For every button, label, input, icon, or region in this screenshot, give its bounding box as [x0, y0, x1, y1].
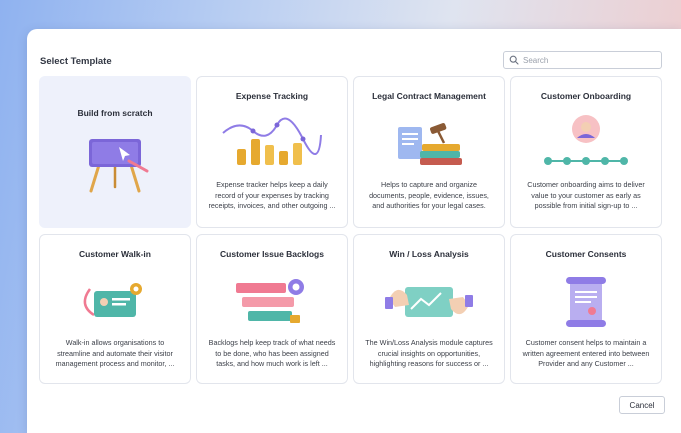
template-title: Win / Loss Analysis [389, 249, 469, 259]
template-description: Customer onboarding aims to deliver valu… [527, 180, 645, 210]
template-description: Backlogs help keep track of what needs t… [208, 338, 336, 368]
template-title: Customer Walk-in [79, 249, 151, 259]
law-books-gavel-icon [354, 113, 504, 173]
modal-title: Select Template [40, 56, 112, 67]
template-card-customer-walk-in[interactable]: Customer Walk-in Walk-in allows organisa… [39, 234, 191, 384]
template-description: The Win/Loss Analysis module captures cr… [365, 338, 493, 368]
template-title: Customer Issue Backlogs [220, 249, 324, 259]
template-card-expense-tracking[interactable]: Expense Tracking Expense tracker helps k… [196, 76, 348, 228]
search-box[interactable] [503, 51, 662, 69]
search-icon [509, 55, 519, 65]
cancel-button[interactable]: Cancel [619, 396, 665, 414]
template-title: Expense Tracking [235, 91, 309, 101]
visitor-badge-icon [40, 271, 190, 331]
template-card-customer-issue-backlogs[interactable]: Customer Issue Backlogs Backlogs help ke… [196, 234, 348, 384]
whiteboard-easel-icon [40, 131, 190, 195]
template-title: Legal Contract Management [372, 91, 486, 101]
consent-scroll-icon [511, 271, 661, 331]
thumbs-up-down-icon [354, 271, 504, 331]
search-input[interactable] [523, 55, 653, 65]
template-description: Customer consent helps to maintain a wri… [522, 338, 650, 368]
template-grid: Build from scratch Expense Tracking Expe… [39, 76, 663, 384]
template-card-win-loss-analysis[interactable]: Win / Loss Analysis The Win/Loss Analysi… [353, 234, 505, 384]
onboarding-steps-icon [511, 113, 661, 173]
coin-stacks-chart-icon [197, 113, 347, 173]
template-title: Build from scratch [77, 108, 153, 118]
template-title: Customer Onboarding [540, 91, 632, 101]
template-title: Customer Consents [545, 249, 627, 259]
template-card-legal-contract-management[interactable]: Legal Contract Management Helps to captu… [353, 76, 505, 228]
template-description: Walk-in allows organisations to streamli… [55, 338, 175, 368]
template-card-customer-onboarding[interactable]: Customer Onboarding Customer onboarding … [510, 76, 662, 228]
template-card-build-from-scratch[interactable]: Build from scratch [39, 76, 191, 228]
backlog-cards-icon [197, 271, 347, 331]
template-card-customer-consents[interactable]: Customer Consents Customer consent helps… [510, 234, 662, 384]
select-template-modal: Select Template Build from scratch [27, 29, 681, 433]
template-description: Helps to capture and organize documents,… [369, 180, 489, 210]
template-description: Expense tracker helps keep a daily recor… [208, 180, 336, 210]
